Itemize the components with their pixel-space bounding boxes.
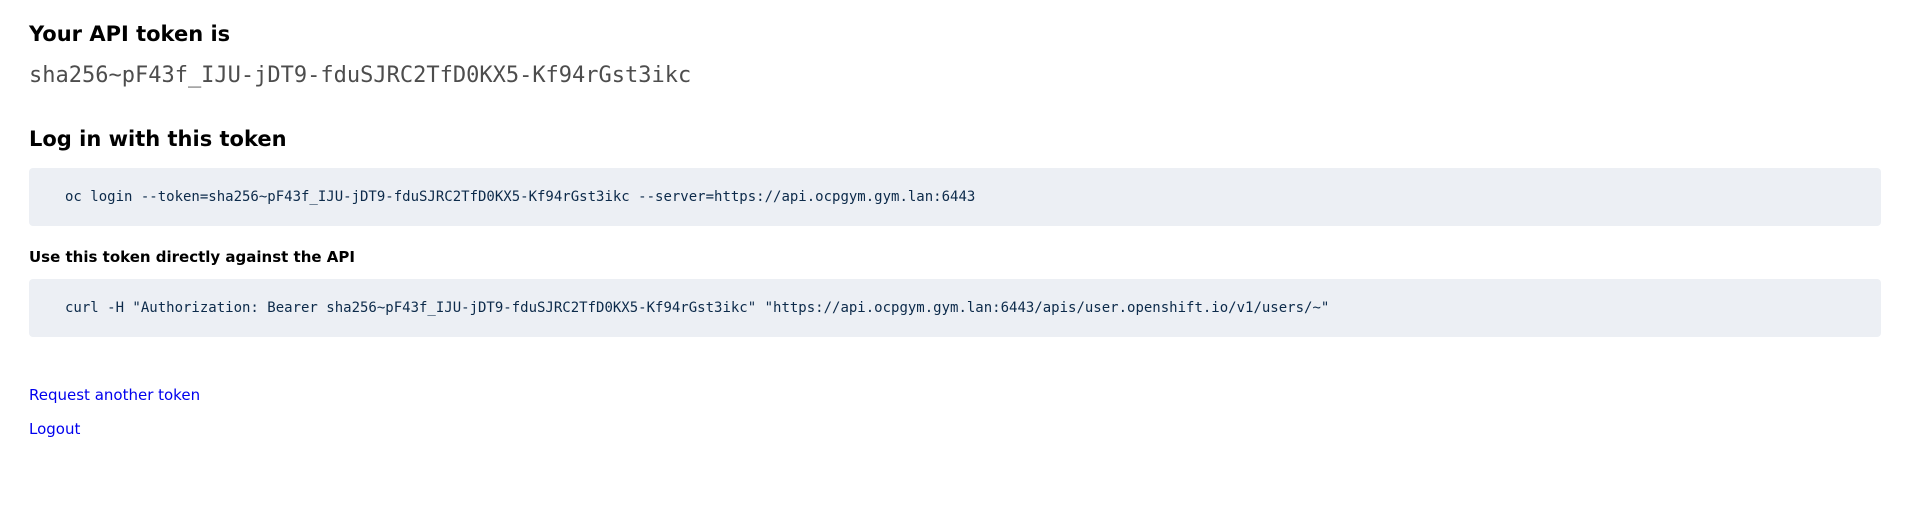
curl-command-block[interactable]: curl -H "Authorization: Bearer sha256~pF… xyxy=(29,279,1881,337)
request-another-token-link[interactable]: Request another token xyxy=(29,386,200,404)
login-command-block[interactable]: oc login --token=sha256~pF43f_IJU-jDT9-f… xyxy=(29,168,1881,226)
logout-link[interactable]: Logout xyxy=(29,420,80,438)
api-heading: Use this token directly against the API xyxy=(29,248,355,266)
login-command[interactable]: oc login --token=sha256~pF43f_IJU-jDT9-f… xyxy=(65,189,975,205)
token-display-page: Your API token is sha256~pF43f_IJU-jDT9-… xyxy=(0,0,1908,509)
token-value[interactable]: sha256~pF43f_IJU-jDT9-fduSJRC2TfD0KX5-Kf… xyxy=(29,63,691,88)
token-heading: Your API token is xyxy=(29,22,231,46)
curl-command[interactable]: curl -H "Authorization: Bearer sha256~pF… xyxy=(65,300,1329,316)
login-heading: Log in with this token xyxy=(29,127,287,151)
